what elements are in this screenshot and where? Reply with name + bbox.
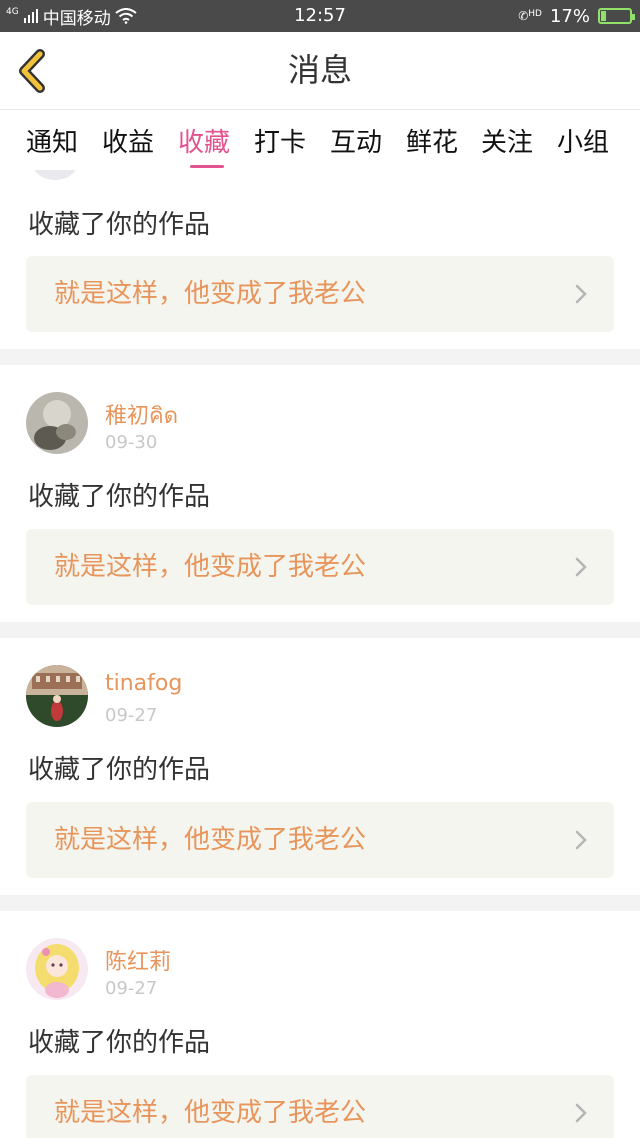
tab-follow[interactable]: 关注: [481, 122, 533, 159]
avatar[interactable]: [26, 392, 88, 454]
tab-flowers[interactable]: 鲜花: [406, 122, 458, 159]
chevron-right-icon: [575, 557, 587, 577]
action-text: 收藏了你的作品: [28, 755, 211, 785]
date: 09-27: [105, 705, 158, 726]
hd-call-icon: ✆HD: [518, 9, 542, 23]
work-title: 就是这样，他变成了我老公: [54, 279, 367, 309]
avatar-image: [26, 665, 88, 727]
chevron-right-icon: [575, 830, 587, 850]
battery-percent: 17%: [549, 5, 590, 27]
tab-notice[interactable]: 通知: [26, 122, 78, 159]
action-text: 收藏了你的作品: [28, 482, 211, 512]
tab-earnings[interactable]: 收益: [102, 122, 154, 159]
nav-bar: 消息: [0, 32, 640, 110]
status-right: ✆HD 17%: [518, 0, 635, 32]
avatar[interactable]: [26, 938, 88, 1000]
work-card[interactable]: 就是这样，他变成了我老公: [26, 1075, 614, 1138]
hd-label: HD: [528, 9, 542, 19]
avatar[interactable]: [26, 665, 88, 727]
page-title: 消息: [287, 51, 352, 89]
date: 09-30: [105, 432, 158, 453]
work-title: 就是这样，他变成了我老公: [54, 1098, 367, 1128]
tab-bar: 通知 收益 收藏 打卡 互动 鲜花 关注 小组: [0, 110, 640, 170]
work-card[interactable]: 就是这样，他变成了我老公: [26, 256, 614, 332]
action-text: 收藏了你的作品: [28, 210, 211, 240]
chevron-right-icon: [575, 284, 587, 304]
action-text: 收藏了你的作品: [28, 1028, 211, 1058]
separator: [0, 622, 640, 638]
separator: [0, 895, 640, 911]
username[interactable]: 陈红莉: [105, 944, 171, 976]
separator: [0, 349, 640, 365]
username[interactable]: tinafog: [105, 671, 182, 696]
battery-icon: [598, 8, 635, 24]
battery-fill: [601, 11, 606, 21]
date: 09-27: [105, 978, 158, 999]
avatar-image: [26, 938, 88, 1000]
chevron-right-icon: [575, 1103, 587, 1123]
tab-interaction[interactable]: 互动: [330, 122, 382, 159]
username[interactable]: 稚初คิด: [105, 398, 178, 433]
active-tab-indicator: [190, 165, 224, 168]
work-title: 就是这样，他变成了我老公: [54, 552, 367, 582]
tab-favorites[interactable]: 收藏: [178, 122, 230, 159]
tab-checkin[interactable]: 打卡: [254, 122, 306, 159]
message-feed[interactable]: 收藏了你的作品 就是这样，他变成了我老公 稚初คิด 09-30 收藏了你的作品…: [0, 170, 640, 1138]
tab-group[interactable]: 小组: [557, 122, 609, 159]
work-card[interactable]: 就是这样，他变成了我老公: [26, 802, 614, 878]
avatar: [33, 170, 77, 180]
status-bar: 4G 中国移动 12:57 ✆HD 17%: [0, 0, 640, 32]
avatar-image: [26, 392, 88, 454]
work-card[interactable]: 就是这样，他变成了我老公: [26, 529, 614, 605]
work-title: 就是这样，他变成了我老公: [54, 825, 367, 855]
